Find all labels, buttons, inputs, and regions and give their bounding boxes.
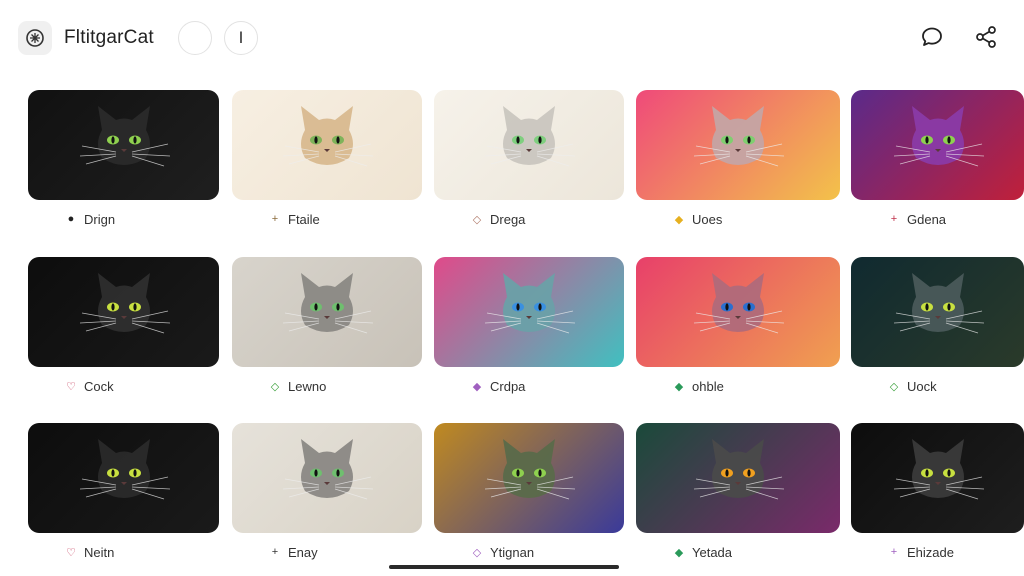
circle-button-empty[interactable] <box>178 21 212 55</box>
home-indicator[interactable] <box>389 565 619 569</box>
cat-illustration <box>79 106 170 167</box>
tile-caption[interactable]: ◇ Drega <box>468 209 526 229</box>
tile-caption[interactable]: ◇ Ytignan <box>468 542 534 562</box>
cat-image-tile[interactable] <box>851 423 1024 533</box>
caption-marker-icon: ◇ <box>270 380 280 393</box>
caption-marker-icon: ◇ <box>472 546 482 559</box>
cat-illustration <box>693 106 785 167</box>
cat-image-tile[interactable] <box>636 257 840 367</box>
cat-illustration <box>282 273 374 334</box>
tile-caption[interactable]: + Enay <box>266 542 318 562</box>
caption-marker-icon: + <box>890 213 898 225</box>
tile-label: Drega <box>490 211 526 227</box>
cat-image-tile[interactable] <box>851 90 1024 200</box>
tile-caption[interactable]: ◇ Lewno <box>266 376 327 396</box>
tile-caption[interactable]: + Ftaile <box>266 209 320 229</box>
cat-image-tile[interactable] <box>232 423 422 533</box>
cat-image-tile[interactable] <box>434 90 624 200</box>
cat-image-tile[interactable] <box>28 90 219 200</box>
cat-image-tile[interactable] <box>434 257 624 367</box>
tile-label: Enay <box>288 544 318 560</box>
cat-illustration <box>484 273 576 334</box>
cat-illustration <box>484 439 576 500</box>
cat-image-tile[interactable] <box>636 90 840 200</box>
tile-caption[interactable]: ◇ Uock <box>885 376 937 396</box>
cat-illustration <box>893 273 984 334</box>
cat-image-tile[interactable] <box>434 423 624 533</box>
caption-marker-icon: ● <box>67 213 75 225</box>
tile-label: Gdena <box>907 211 947 227</box>
tile-label: Neitn <box>84 544 115 560</box>
tile-caption[interactable]: ♡ Cock <box>62 376 114 396</box>
caption-marker-icon: ◆ <box>674 380 684 393</box>
chat-bubble-icon[interactable] <box>919 24 945 50</box>
tile-label: Drign <box>84 211 116 227</box>
cat-illustration <box>893 106 984 167</box>
caption-marker-icon: ◆ <box>472 380 482 393</box>
tile-caption[interactable]: + Gdena <box>885 209 946 229</box>
cat-image-tile[interactable] <box>851 257 1024 367</box>
logo-icon[interactable] <box>18 21 52 55</box>
caption-marker-icon: ♡ <box>66 546 76 559</box>
cat-image-tile[interactable] <box>28 257 219 367</box>
tile-label: Ehizade <box>907 544 954 560</box>
cat-image-tile[interactable] <box>232 257 422 367</box>
share-icon[interactable] <box>973 24 999 50</box>
top-bar: FltitgarCat I <box>0 0 1024 80</box>
cat-illustration <box>282 106 374 167</box>
tile-label: Ftaile <box>288 211 320 227</box>
cat-image-tile[interactable] <box>232 90 422 200</box>
tile-label: Uock <box>907 378 937 394</box>
caption-marker-icon: + <box>271 546 279 558</box>
caption-marker-icon: ◇ <box>889 380 899 393</box>
tile-label: Uoes <box>692 211 723 227</box>
tile-label: Yetada <box>692 544 733 560</box>
cat-image-tile[interactable] <box>636 423 840 533</box>
caption-marker-icon: + <box>890 546 898 558</box>
caption-marker-icon: ◆ <box>674 213 684 226</box>
cat-image-tile[interactable] <box>28 423 219 533</box>
tile-label: ohble <box>692 378 724 394</box>
tile-caption[interactable]: ◆ Crdpa <box>468 376 526 396</box>
circle-button-cursor[interactable]: I <box>224 21 258 55</box>
caption-marker-icon: ◇ <box>472 213 482 226</box>
cat-illustration <box>484 106 576 167</box>
tile-label: Lewno <box>288 378 327 394</box>
caption-marker-icon: ♡ <box>66 380 76 393</box>
tile-caption[interactable]: ● Drign <box>62 209 115 229</box>
cat-illustration <box>79 273 170 334</box>
cat-illustration <box>893 439 984 500</box>
caption-marker-icon: ◆ <box>674 546 684 559</box>
cat-illustration <box>79 439 170 500</box>
tile-label: Cock <box>84 378 114 394</box>
tile-caption[interactable]: ◆ ohble <box>670 376 724 396</box>
caption-marker-icon: + <box>271 213 279 225</box>
tile-caption[interactable]: ♡ Neitn <box>62 542 114 562</box>
tile-caption[interactable]: + Ehizade <box>885 542 954 562</box>
app-title: FltitgarCat <box>64 27 154 48</box>
cat-illustration <box>693 439 785 500</box>
tile-caption[interactable]: ◆ Uoes <box>670 209 723 229</box>
tile-label: Crdpa <box>490 378 526 394</box>
cat-illustration <box>693 273 785 334</box>
cat-illustration <box>282 439 374 500</box>
tile-caption[interactable]: ◆ Yetada <box>670 542 732 562</box>
tile-label: Ytignan <box>490 544 535 560</box>
